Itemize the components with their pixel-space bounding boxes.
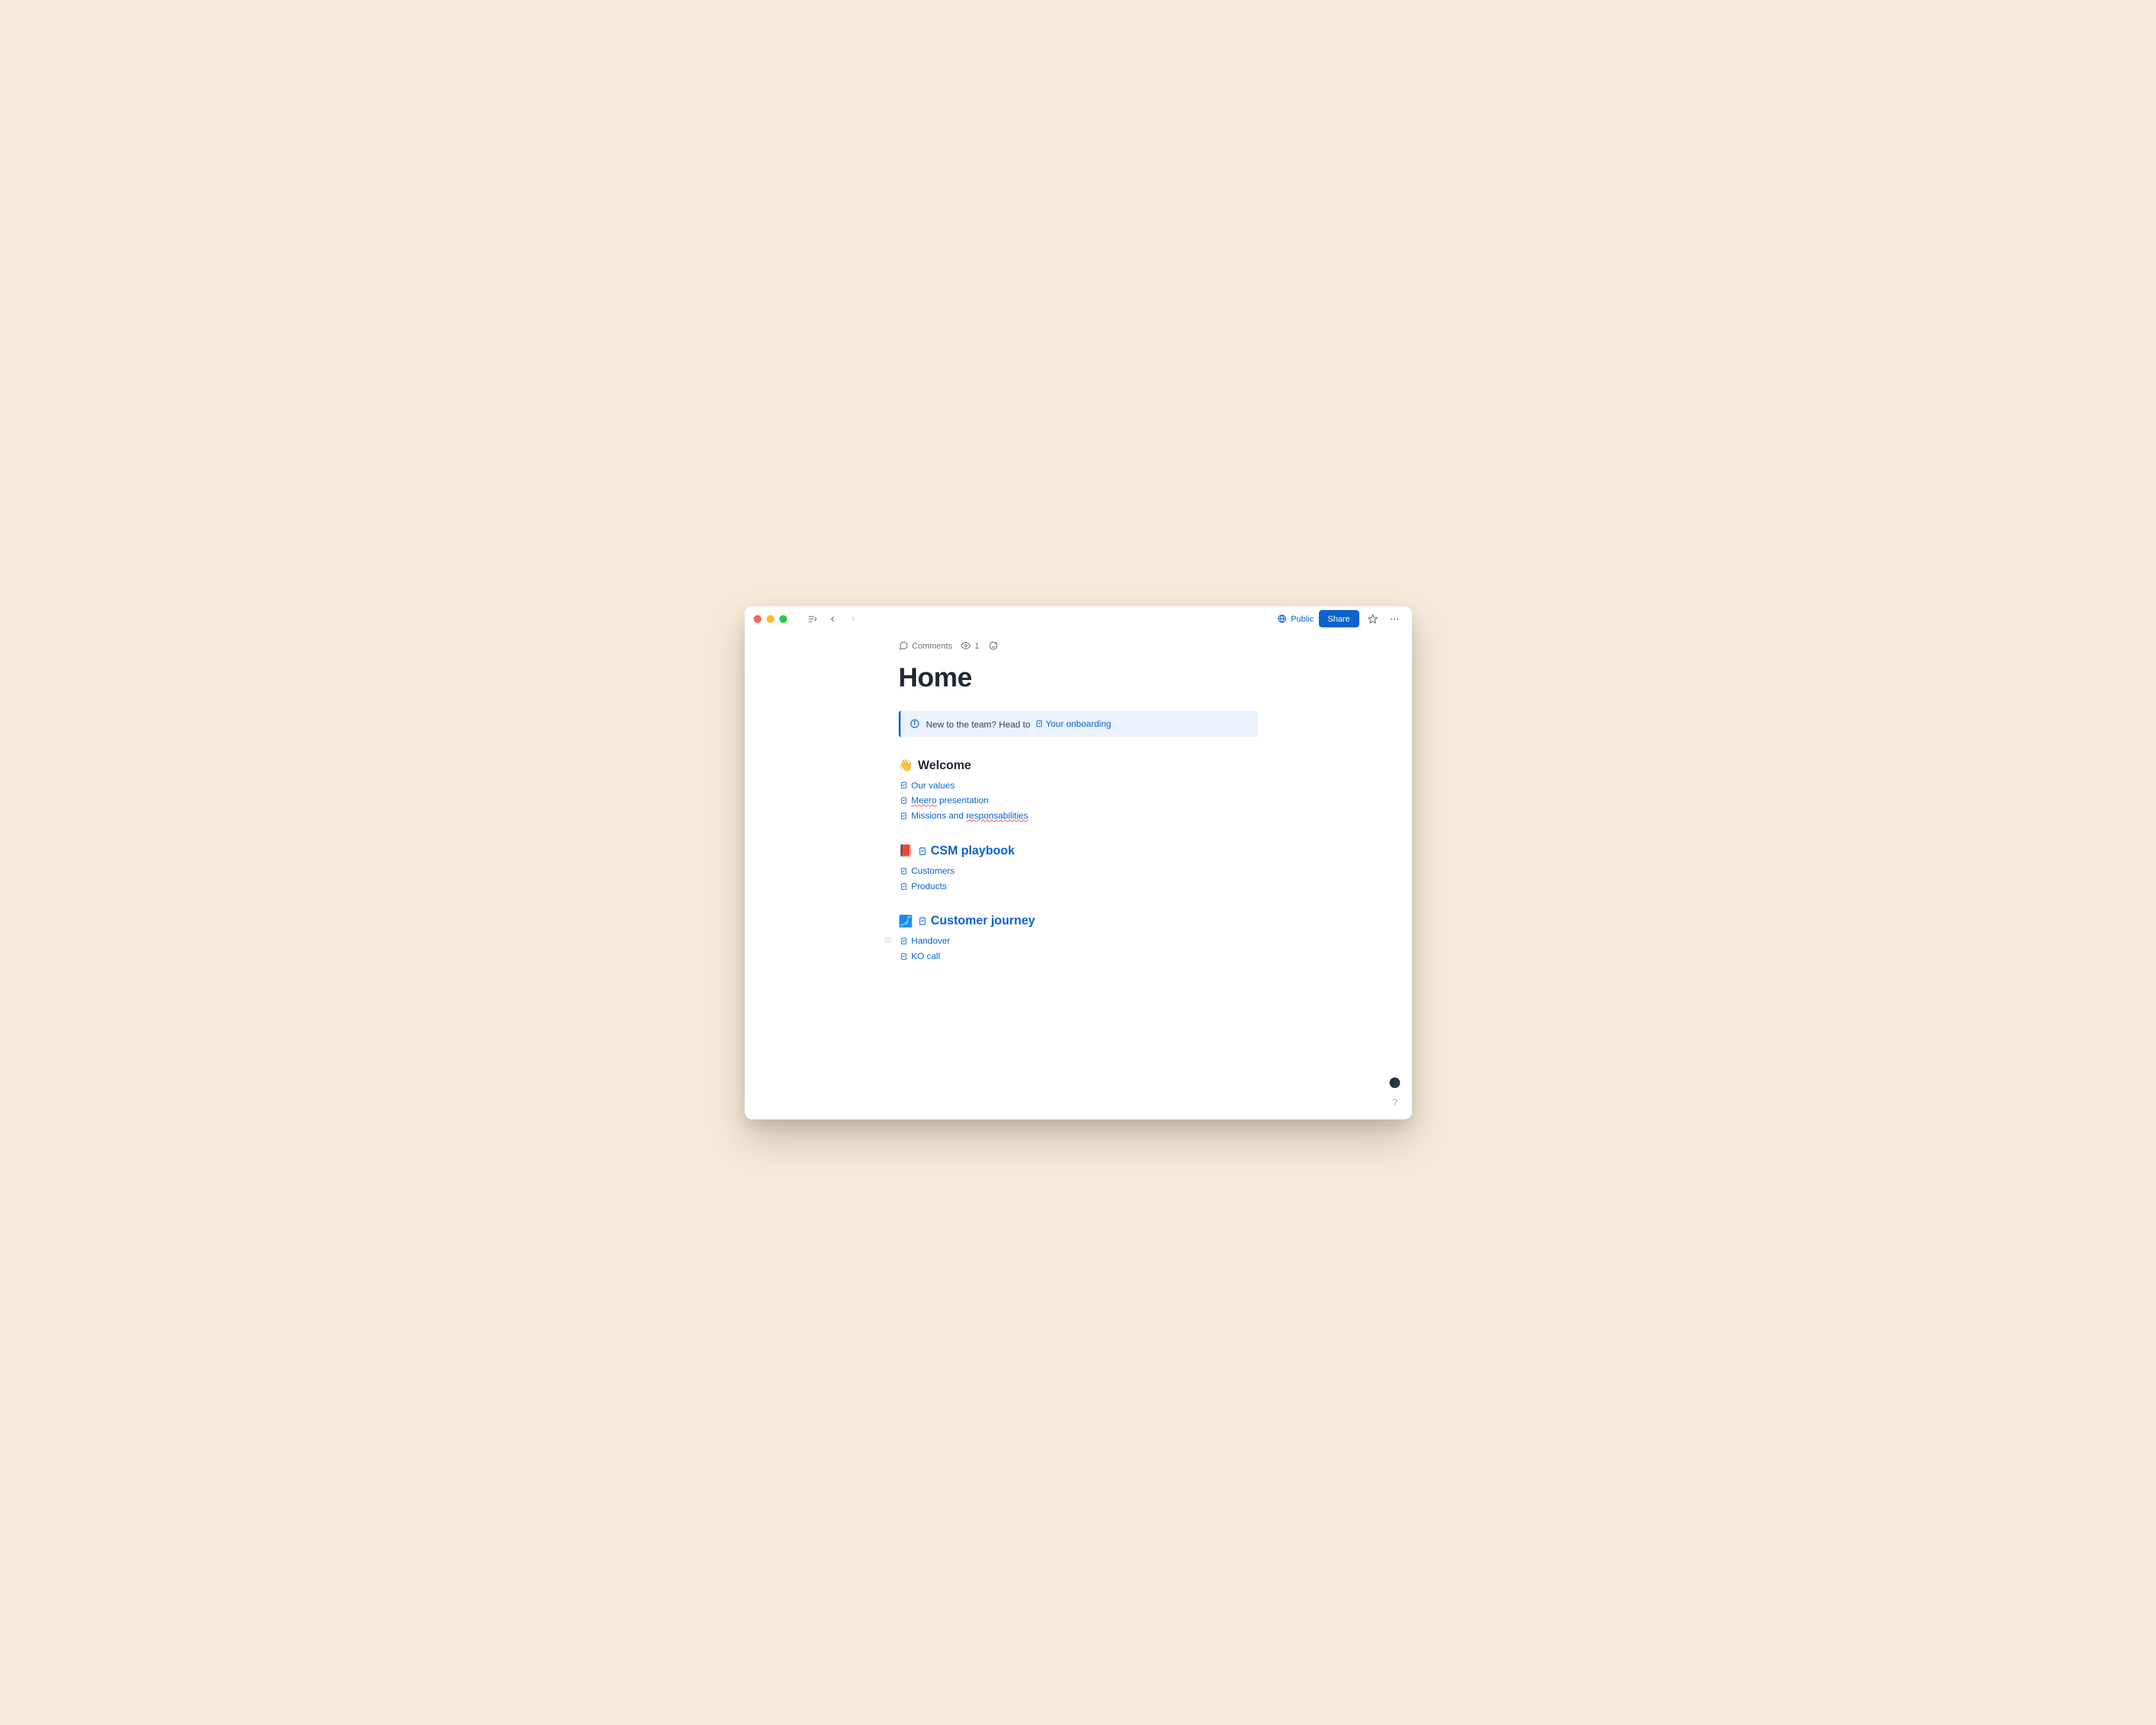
toolbar-right: Public Share bbox=[1277, 610, 1402, 627]
toggle-sidebar-button[interactable] bbox=[804, 611, 820, 627]
section-csm-playbook: 📕 CSM playbook Customers Products bbox=[899, 844, 1258, 894]
smile-plus-icon bbox=[989, 641, 998, 650]
page-icon bbox=[900, 937, 908, 945]
app-window: Public Share Comments bbox=[745, 606, 1412, 1119]
help-button[interactable]: ? bbox=[1388, 1095, 1403, 1110]
journey-links: Handover KO call bbox=[899, 933, 1258, 964]
section-welcome: 👋 Welcome Our values Meero presentation … bbox=[899, 759, 1258, 824]
comments-label: Comments bbox=[912, 641, 953, 650]
heading-customer-journey[interactable]: 🗾 Customer journey bbox=[899, 914, 1258, 928]
nav-controls bbox=[804, 611, 862, 627]
content-scroll[interactable]: Comments 1 Home bbox=[745, 632, 1412, 1119]
views-count: 1 bbox=[974, 641, 979, 650]
share-button[interactable]: Share bbox=[1319, 610, 1359, 627]
page-icon bbox=[918, 847, 927, 856]
page-title: Home bbox=[899, 662, 1258, 693]
page-icon bbox=[900, 812, 908, 820]
link-products[interactable]: Products bbox=[900, 879, 1258, 894]
heading-csm-playbook[interactable]: 📕 CSM playbook bbox=[899, 844, 1258, 858]
eye-icon bbox=[961, 641, 971, 650]
page-content: Comments 1 Home bbox=[899, 632, 1258, 1024]
callout-text: New to the team? Head to Your onboarding bbox=[926, 718, 1112, 729]
heading-welcome: 👋 Welcome bbox=[899, 759, 1258, 773]
status-emoji-icon[interactable]: 🌑 bbox=[1389, 1077, 1401, 1089]
more-options-button[interactable] bbox=[1386, 611, 1403, 627]
playbook-links: Customers Products bbox=[899, 863, 1258, 894]
page-icon bbox=[900, 953, 908, 960]
page-icon bbox=[900, 883, 908, 890]
more-horizontal-icon bbox=[1389, 614, 1400, 624]
onboarding-callout: New to the team? Head to Your onboarding bbox=[899, 711, 1258, 737]
welcome-links: Our values Meero presentation Missions a… bbox=[899, 778, 1258, 824]
link-ko-call[interactable]: KO call bbox=[900, 949, 1258, 964]
info-icon bbox=[910, 718, 920, 729]
minimize-window-icon[interactable] bbox=[767, 615, 774, 623]
link-missions-responsibilities[interactable]: Missions and responsabilities bbox=[900, 808, 1258, 824]
map-emoji-icon: 🗾 bbox=[899, 915, 913, 928]
traffic-lights bbox=[754, 615, 787, 623]
link-meero-presentation[interactable]: Meero presentation bbox=[900, 793, 1258, 808]
page-icon bbox=[900, 867, 908, 875]
titlebar: Public Share bbox=[745, 606, 1412, 632]
views-indicator[interactable]: 1 bbox=[961, 641, 979, 650]
link-our-values[interactable]: Our values bbox=[900, 778, 1258, 794]
globe-icon bbox=[1277, 614, 1287, 624]
comments-button[interactable]: Comments bbox=[899, 641, 953, 650]
public-label: Public bbox=[1291, 614, 1313, 624]
page-meta-row: Comments 1 bbox=[899, 641, 1258, 650]
public-visibility-button[interactable]: Public bbox=[1277, 614, 1313, 624]
nav-forward-button[interactable] bbox=[845, 611, 862, 627]
page-icon bbox=[918, 917, 927, 926]
link-customers[interactable]: Customers bbox=[900, 863, 1258, 879]
wave-emoji-icon: 👋 bbox=[899, 759, 913, 772]
section-customer-journey: 🗾 Customer journey Handov bbox=[899, 914, 1258, 964]
floating-controls: 🌑 ? bbox=[1388, 1077, 1403, 1110]
page-icon bbox=[900, 797, 908, 804]
star-icon bbox=[1368, 614, 1378, 624]
page-icon bbox=[1035, 720, 1043, 727]
favorite-button[interactable] bbox=[1364, 611, 1381, 627]
zoom-window-icon[interactable] bbox=[779, 615, 787, 623]
close-window-icon[interactable] bbox=[754, 615, 761, 623]
link-handover[interactable]: Handover bbox=[900, 933, 1258, 949]
add-reaction-button[interactable] bbox=[989, 641, 998, 650]
heading-welcome-text: Welcome bbox=[918, 759, 971, 773]
comment-icon bbox=[899, 641, 908, 650]
nav-back-button[interactable] bbox=[824, 611, 841, 627]
book-emoji-icon: 📕 bbox=[899, 844, 913, 858]
drag-handle-icon[interactable] bbox=[883, 935, 892, 944]
onboarding-link[interactable]: Your onboarding bbox=[1035, 718, 1111, 729]
page-icon bbox=[900, 781, 908, 789]
